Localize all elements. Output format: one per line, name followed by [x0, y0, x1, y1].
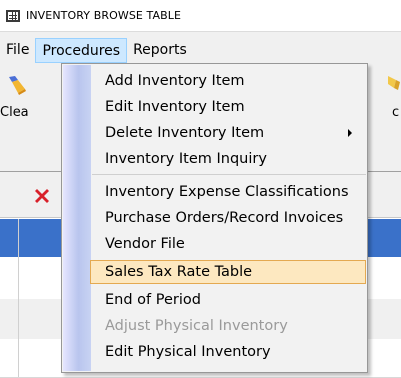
menu-separator — [92, 174, 366, 175]
delete-x-icon[interactable] — [32, 186, 52, 206]
menu-file[interactable]: File — [0, 37, 35, 63]
menu-item-adjust-physical-inventory: Adjust Physical Inventory — [105, 318, 288, 334]
menu-procedures[interactable]: Procedures — [35, 38, 128, 63]
submenu-arrow-icon — [348, 129, 352, 137]
menu-item-label: Delete Inventory Item — [105, 125, 265, 141]
toolbar-tool-label[interactable]: c — [392, 105, 399, 120]
menu-item-inventory-item-inquiry[interactable]: Inventory Item Inquiry — [92, 147, 366, 171]
title-bar: INVENTORY BROWSE TABLE — [0, 0, 401, 32]
row-selector-column — [0, 219, 19, 377]
menu-item-end-of-period[interactable]: End of Period — [92, 288, 366, 312]
app-table-icon — [6, 9, 20, 22]
menu-item-edit-inventory-item[interactable]: Edit Inventory Item — [92, 95, 366, 119]
window-title: INVENTORY BROWSE TABLE — [26, 9, 182, 22]
procedures-dropdown-menu: Add Inventory Item Edit Inventory Item D… — [61, 63, 368, 373]
clear-button-label[interactable]: Clea — [0, 105, 29, 120]
clear-eraser-icon[interactable] — [6, 74, 28, 96]
menu-item-purchase-orders[interactable]: Purchase Orders/Record Invoices — [92, 206, 366, 230]
menu-item-vendor-file[interactable]: Vendor File — [92, 232, 366, 256]
menu-item-add-inventory-item[interactable]: Add Inventory Item — [92, 69, 366, 93]
menu-bar: File Procedures Reports — [0, 37, 401, 63]
menu-item-edit-physical-inventory[interactable]: Edit Physical Inventory — [92, 340, 366, 364]
menu-item-delete-inventory-item[interactable]: Delete Inventory Item — [92, 121, 366, 145]
toolbar-tool-icon[interactable] — [386, 74, 401, 96]
menu-icon-gutter — [63, 65, 91, 371]
menu-item-sales-tax-rate-table[interactable]: Sales Tax Rate Table — [90, 260, 366, 284]
menu-reports[interactable]: Reports — [127, 37, 193, 63]
menu-item-expense-classifications[interactable]: Inventory Expense Classifications — [92, 180, 366, 204]
